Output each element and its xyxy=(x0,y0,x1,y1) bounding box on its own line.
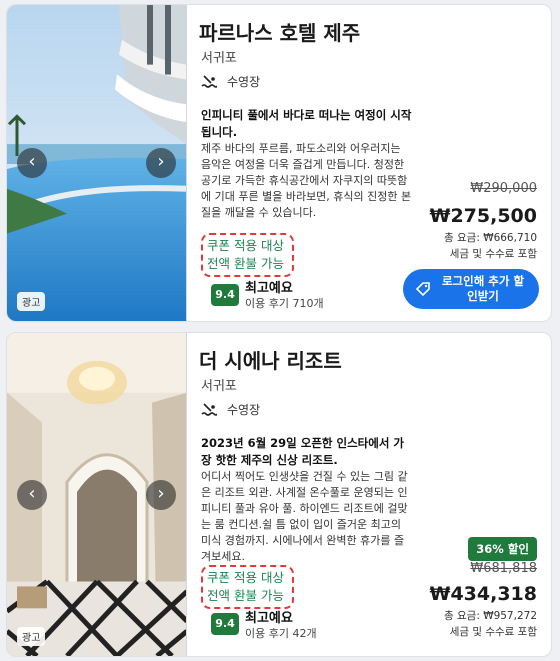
full-refund-label: 전액 환불 가능 xyxy=(207,256,284,271)
rating-word: 최고예요 xyxy=(245,611,293,626)
ad-badge: 광고 xyxy=(17,292,46,311)
hotel-photo[interactable]: ‹ › 광고 xyxy=(7,333,187,656)
rating-badge: 9.4 xyxy=(211,284,239,306)
review-count: 이용 후기 42개 xyxy=(245,627,317,640)
chevron-right-icon[interactable]: › xyxy=(146,148,176,178)
hotel-title[interactable]: 더 시에나 리조트 xyxy=(199,345,342,374)
hotel-location: 서귀포 xyxy=(201,379,237,394)
tag-icon xyxy=(415,282,430,297)
chevron-left-icon[interactable]: ‹ xyxy=(17,479,47,510)
login-discount-button[interactable]: 로그인해 추가 할인받기 xyxy=(403,269,539,309)
original-price: ₩290,000 xyxy=(470,181,537,196)
tax-note: 세금 및 수수료 포함 xyxy=(449,248,537,260)
pool-icon xyxy=(201,74,217,88)
listing-headline: 2023년 6월 29일 오픈한 인스타에서 가장 핫한 제주의 신상 리조트. xyxy=(201,436,404,467)
listing-card[interactable]: ‹ › 광고 더 시에나 리조트 서귀포 수영장 2023년 6월 29일 오픈… xyxy=(6,332,552,657)
chevron-left-icon[interactable]: ‹ xyxy=(17,148,47,178)
chevron-right-icon[interactable]: › xyxy=(146,479,176,510)
rating-badge: 9.4 xyxy=(211,613,239,635)
listing-description: 어디서 찍어도 인생샷을 건질 수 있는 그림 같은 리조트 외관. 사계절 온… xyxy=(201,470,408,563)
hotel-photo[interactable]: ‹ › 광고 xyxy=(7,5,187,321)
listing-card[interactable]: ‹ › 광고 파르나스 호텔 제주 서귀포 수영장 인피니티 풀에서 바다로 떠… xyxy=(6,4,552,322)
coupon-info: 쿠폰 적용 대상 전액 환불 가능 xyxy=(201,233,294,277)
coupon-info: 쿠폰 적용 대상 전액 환불 가능 xyxy=(201,565,294,609)
total-price: 총 요금: ₩957,272 xyxy=(444,610,537,622)
coupon-eligible-label: 쿠폰 적용 대상 xyxy=(207,570,284,585)
login-discount-label: 로그인해 추가 할인받기 xyxy=(441,274,525,303)
current-price: ₩275,500 xyxy=(429,205,538,227)
review-count: 이용 후기 710개 xyxy=(245,297,324,310)
amenity-item: 수영장 xyxy=(201,401,260,418)
listing-description: 제주 바다의 푸르름, 파도소리와 어우러지는 음악은 여정을 더욱 즐겁게 만… xyxy=(201,142,412,219)
listing-headline: 인피니티 풀에서 바다로 떠나는 여정이 시작됩니다. xyxy=(201,108,412,139)
discount-badge: 36% 할인 xyxy=(468,537,537,561)
original-price: ₩681,818 xyxy=(470,561,537,576)
ad-badge: 광고 xyxy=(17,627,46,646)
hotel-location: 서귀포 xyxy=(201,51,237,66)
amenity-label: 수영장 xyxy=(227,403,261,417)
coupon-eligible-label: 쿠폰 적용 대상 xyxy=(207,238,284,253)
tax-note: 세금 및 수수료 포함 xyxy=(449,626,537,638)
total-price: 총 요금: ₩666,710 xyxy=(444,232,537,244)
current-price: ₩434,318 xyxy=(429,583,538,605)
rating-word: 최고예요 xyxy=(245,281,293,296)
full-refund-label: 전액 환불 가능 xyxy=(207,588,284,603)
amenity-item: 수영장 xyxy=(201,73,260,90)
hotel-title[interactable]: 파르나스 호텔 제주 xyxy=(199,17,360,46)
amenity-label: 수영장 xyxy=(227,75,261,89)
pool-icon xyxy=(201,402,217,416)
